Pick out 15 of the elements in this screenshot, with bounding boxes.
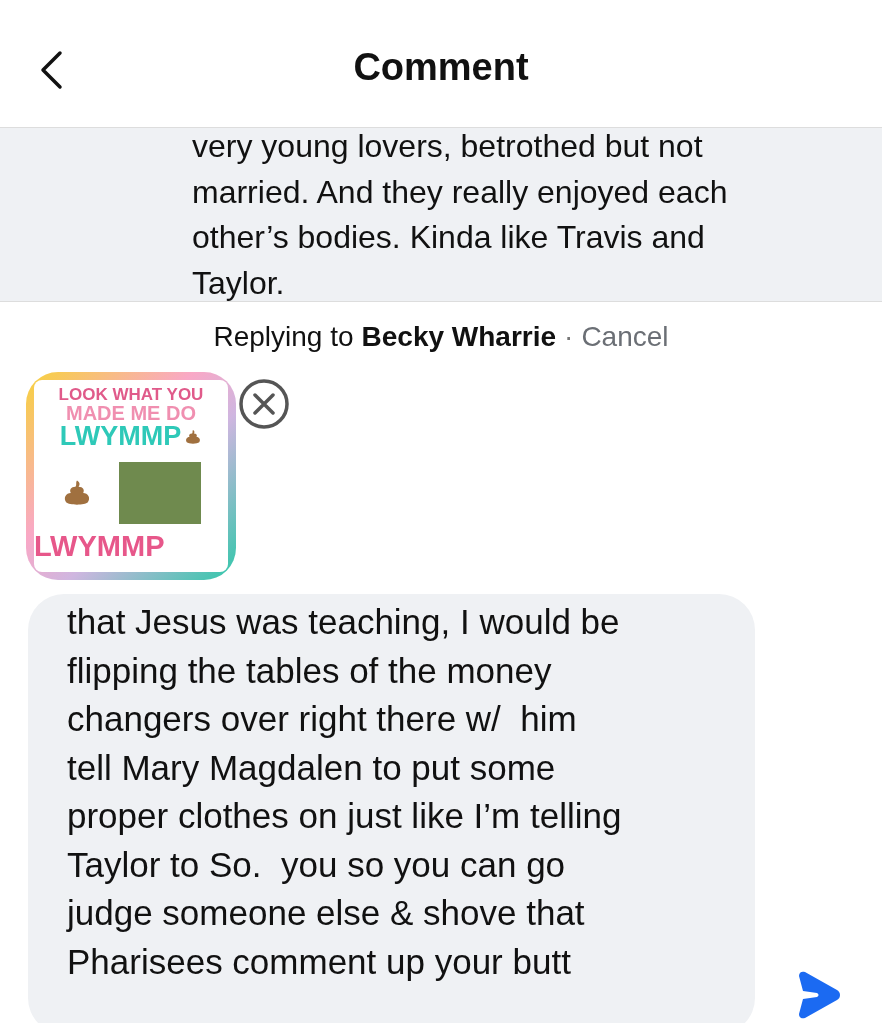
poop-icon	[184, 428, 203, 445]
remove-button[interactable]	[238, 378, 290, 430]
replying-name: Becky Wharrie	[361, 321, 557, 353]
close-icon	[238, 378, 290, 430]
sticker-caption: LWYMMP	[34, 532, 165, 561]
comment-input-field[interactable]: that Jesus was teaching, I would be flipping the tables of the money changers over right there w/ him tell Mary Magdalen to put some proper clothes on just like I’m telling Taylor to So. you so you can go judge someone else & shove that Pharisees comment up your butt	[28, 594, 755, 1023]
separator-dot: ·	[564, 321, 574, 353]
back-button[interactable]	[38, 50, 64, 90]
sticker-caption: MADE ME DO	[66, 403, 196, 423]
sticker-caption: LWYMMP	[59, 423, 182, 450]
sticker-caption: LOOK WHAT YOU	[58, 386, 204, 403]
comment-text: very young lovers, betrothed but not married. And they really enjoyed each other’s bodies. Kinda like Travis and Taylor.	[192, 128, 729, 301]
screen-title: Comment	[353, 46, 529, 89]
cancel-link[interactable]: Cancel	[581, 321, 669, 353]
replying-label: Replying to	[213, 321, 354, 353]
